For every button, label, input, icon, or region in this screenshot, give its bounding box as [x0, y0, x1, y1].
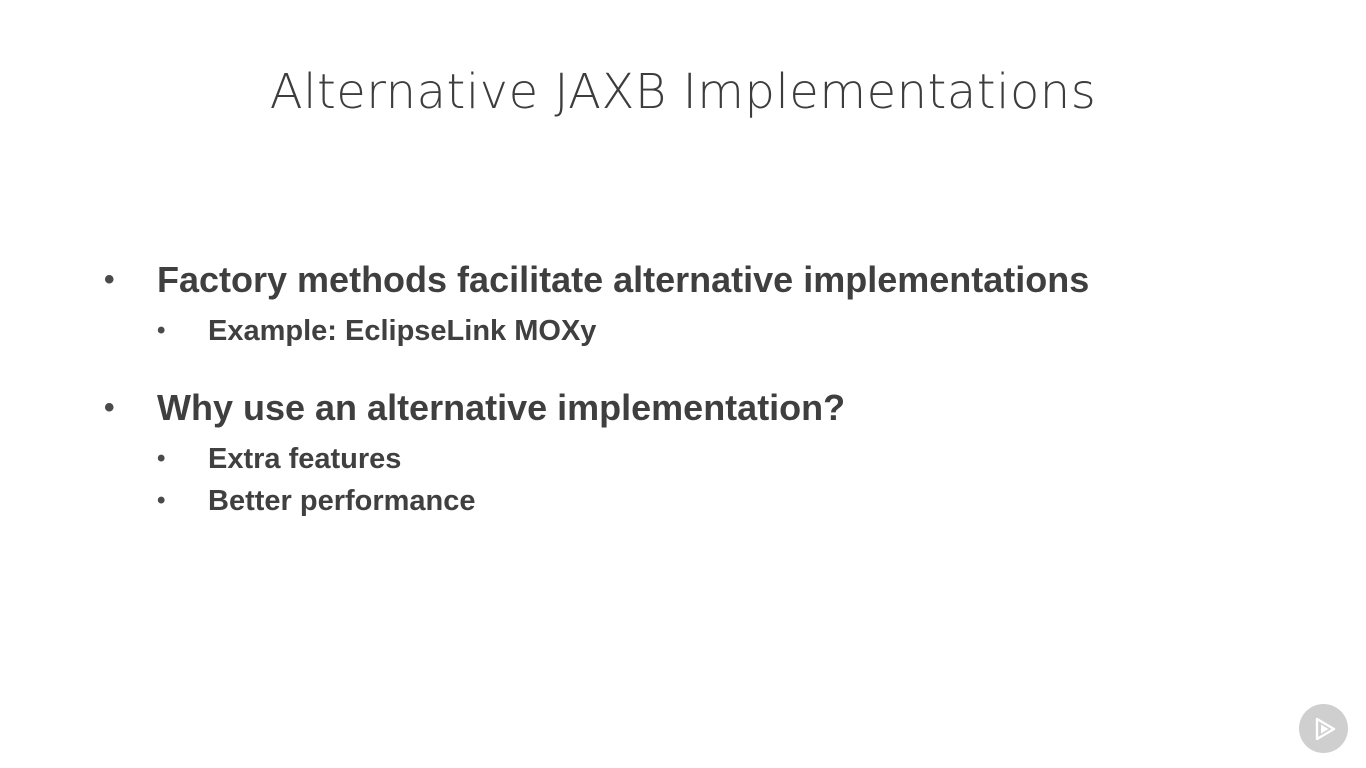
slide: Alternative JAXB Implementations • Facto… — [0, 0, 1366, 768]
bullet-list: • Factory methods facilitate alternative… — [104, 256, 1089, 522]
bullet-dot: • — [104, 391, 115, 424]
sub-bullet-text: Better performance — [208, 485, 476, 517]
sub-bullet-dot: • — [157, 487, 166, 514]
sub-bullet-text: Example: EclipseLink MOXy — [208, 315, 597, 347]
sub-bullet-list: • Extra features • Better performance — [157, 438, 1089, 522]
sub-bullet-dot: • — [157, 317, 166, 344]
bullet-text: Why use an alternative implementation? — [157, 387, 846, 428]
bullet-dot: • — [104, 263, 115, 296]
play-triangle-icon — [1315, 717, 1335, 740]
bullet-text: Factory methods facilitate alternative i… — [157, 259, 1090, 300]
sub-bullet-item: • Extra features — [157, 438, 1089, 480]
sub-bullet-item: • Better performance — [157, 480, 1089, 522]
bullet-item: • Factory methods facilitate alternative… — [104, 256, 1089, 352]
slide-title: Alternative JAXB Implementations — [269, 64, 1097, 120]
play-logo-icon — [1299, 704, 1348, 753]
bullet-item: • Why use an alternative implementation?… — [104, 384, 1089, 522]
sub-bullet-list: • Example: EclipseLink MOXy — [157, 310, 1089, 352]
sub-bullet-item: • Example: EclipseLink MOXy — [157, 310, 1089, 352]
sub-bullet-text: Extra features — [208, 443, 402, 475]
sub-bullet-dot: • — [157, 445, 166, 472]
